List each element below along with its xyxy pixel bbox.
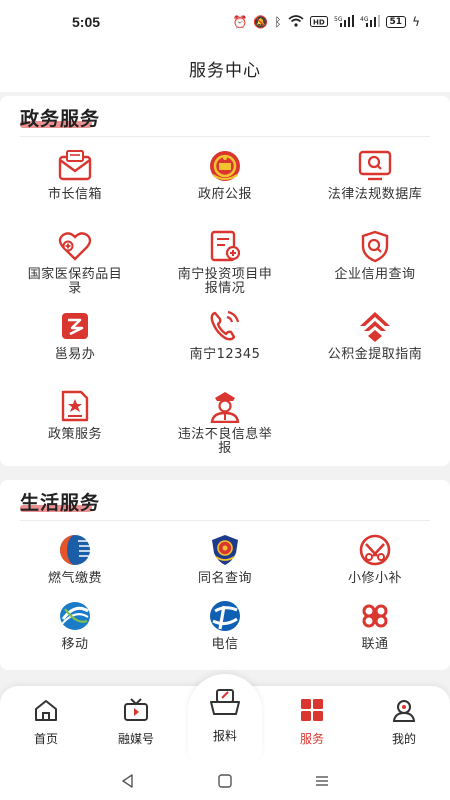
signal-4g-icon: 4G [360, 15, 380, 29]
alarm-icon: ⏰ [232, 15, 248, 29]
service-gas-payment[interactable]: 燃气缴费 [0, 532, 150, 598]
service-label: 违法不良信息举报 [177, 427, 273, 456]
gov-services-grid: 市长信箱 政府公报 法律法规数据库 国家医保药品目录 南宁投资项目申报情况 企业… [0, 148, 450, 468]
status-time: 5:05 [72, 14, 101, 30]
service-label: 南宁投资项目申报情况 [177, 267, 273, 296]
nav-services[interactable]: 服务 [272, 696, 352, 747]
service-credit-search[interactable]: 企业信用查询 [300, 228, 450, 308]
life-section-title-text: 生活服务 [20, 492, 101, 514]
life-services-grid: 燃气缴费 同名查询 小修小补 移动 电信 联通 [0, 532, 450, 664]
china-telecom-logo-icon [207, 598, 243, 634]
nav-label: 首页 [33, 732, 58, 746]
nav-media[interactable]: 融媒号 [96, 696, 176, 747]
life-services-section: 生活服务 燃气缴费 同名查询 小修小补 移动 电信 联通 [0, 480, 450, 670]
yongyiban-logo-icon [57, 308, 93, 344]
home-button-icon[interactable] [217, 773, 233, 793]
battery-icon: 51 [385, 16, 407, 28]
report-icon [208, 688, 242, 721]
china-mobile-logo-icon [57, 598, 93, 634]
gov-section-title: 政务服务 [20, 104, 100, 131]
service-label: 市长信箱 [47, 187, 102, 202]
page-title: 服务中心 [0, 44, 450, 92]
svg-text:4G: 4G [360, 16, 369, 23]
system-nav-bar [0, 766, 450, 800]
back-icon[interactable] [120, 773, 136, 793]
nav-label: 融媒号 [117, 732, 154, 746]
nav-report[interactable]: 报料 [188, 674, 262, 762]
police-officer-icon [207, 388, 243, 424]
service-label: 电信 [211, 637, 239, 652]
police-emblem-icon [207, 532, 243, 568]
nav-profile[interactable]: 我的 [364, 696, 444, 747]
mute-icon: 🔕 [253, 15, 269, 29]
service-grid-icon [298, 696, 326, 724]
gov-services-section: 政务服务 市长信箱 政府公报 法律法规数据库 国家医保药品目录 南宁投资项目申报… [0, 96, 450, 466]
bottom-nav: 首页 融媒号 报料 服务 我的 [0, 674, 450, 766]
charging-icon: ϟ [412, 15, 420, 29]
signal-5g-icon: 5G [334, 15, 354, 29]
service-label: 企业信用查询 [334, 267, 416, 282]
service-label: 移动 [61, 637, 89, 652]
service-gov-bulletin[interactable]: 政府公报 [150, 148, 300, 228]
service-housing-fund[interactable]: 公积金提取指南 [300, 308, 450, 388]
service-investment-projects[interactable]: 南宁投资项目申报情况 [150, 228, 300, 308]
service-label: 同名查询 [197, 571, 252, 586]
hd-icon: HD [309, 15, 328, 29]
service-mayor-mailbox[interactable]: 市长信箱 [0, 148, 150, 228]
mailbox-icon [57, 148, 93, 184]
profile-icon [390, 696, 418, 724]
monitor-search-icon [357, 148, 393, 184]
service-label: 公积金提取指南 [327, 347, 423, 362]
service-label: 小修小补 [347, 571, 402, 586]
tv-icon [122, 696, 150, 724]
service-label: 法律法规数据库 [327, 187, 423, 202]
service-law-database[interactable]: 法律法规数据库 [300, 148, 450, 228]
service-label: 政府公报 [197, 187, 252, 202]
svg-text:HD: HD [313, 18, 325, 26]
nav-label: 报料 [212, 729, 237, 743]
status-icons: ⏰ 🔕 ᛒ HD 5G 4G 51 ϟ [232, 15, 420, 29]
gov-section-title-text: 政务服务 [20, 108, 101, 130]
service-label: 燃气缴费 [47, 571, 102, 586]
wifi-icon [288, 15, 304, 29]
service-label: 国家医保药品目录 [27, 267, 123, 296]
service-china-mobile[interactable]: 移动 [0, 598, 150, 664]
life-section-title: 生活服务 [20, 488, 100, 515]
policy-document-icon [57, 388, 93, 424]
service-nanning-12345[interactable]: 南宁12345 [150, 308, 300, 388]
document-add-icon [207, 228, 243, 264]
china-unicom-logo-icon [357, 598, 393, 634]
bluetooth-icon: ᛒ [274, 15, 282, 29]
service-small-repairs[interactable]: 小修小补 [300, 532, 450, 598]
service-illegal-report[interactable]: 违法不良信息举报 [150, 388, 300, 468]
housing-fund-logo-icon [357, 308, 393, 344]
service-label: 南宁12345 [189, 347, 261, 362]
nav-label: 服务 [299, 732, 324, 746]
nav-home[interactable]: 首页 [6, 696, 86, 747]
service-label: 邕易办 [54, 347, 96, 362]
svg-text:5G: 5G [334, 16, 343, 23]
service-label: 联通 [361, 637, 389, 652]
service-same-name-query[interactable]: 同名查询 [150, 532, 300, 598]
phone-call-icon [207, 308, 243, 344]
service-china-telecom[interactable]: 电信 [150, 598, 300, 664]
home-icon [32, 696, 60, 724]
national-emblem-icon [207, 148, 243, 184]
service-yongyiban[interactable]: 邕易办 [0, 308, 150, 388]
service-medical-insurance[interactable]: 国家医保药品目录 [0, 228, 150, 308]
status-bar: 5:05 ⏰ 🔕 ᛒ HD 5G 4G 51 ϟ [0, 0, 450, 44]
heart-plus-icon [57, 228, 93, 264]
service-label: 政策服务 [47, 427, 102, 442]
repair-logo-icon [357, 532, 393, 568]
service-china-unicom[interactable]: 联通 [300, 598, 450, 664]
nav-label: 我的 [391, 732, 416, 746]
credit-search-icon [357, 228, 393, 264]
service-policy[interactable]: 政策服务 [0, 388, 150, 468]
gas-logo-icon [57, 532, 93, 568]
recents-icon[interactable] [314, 773, 330, 793]
